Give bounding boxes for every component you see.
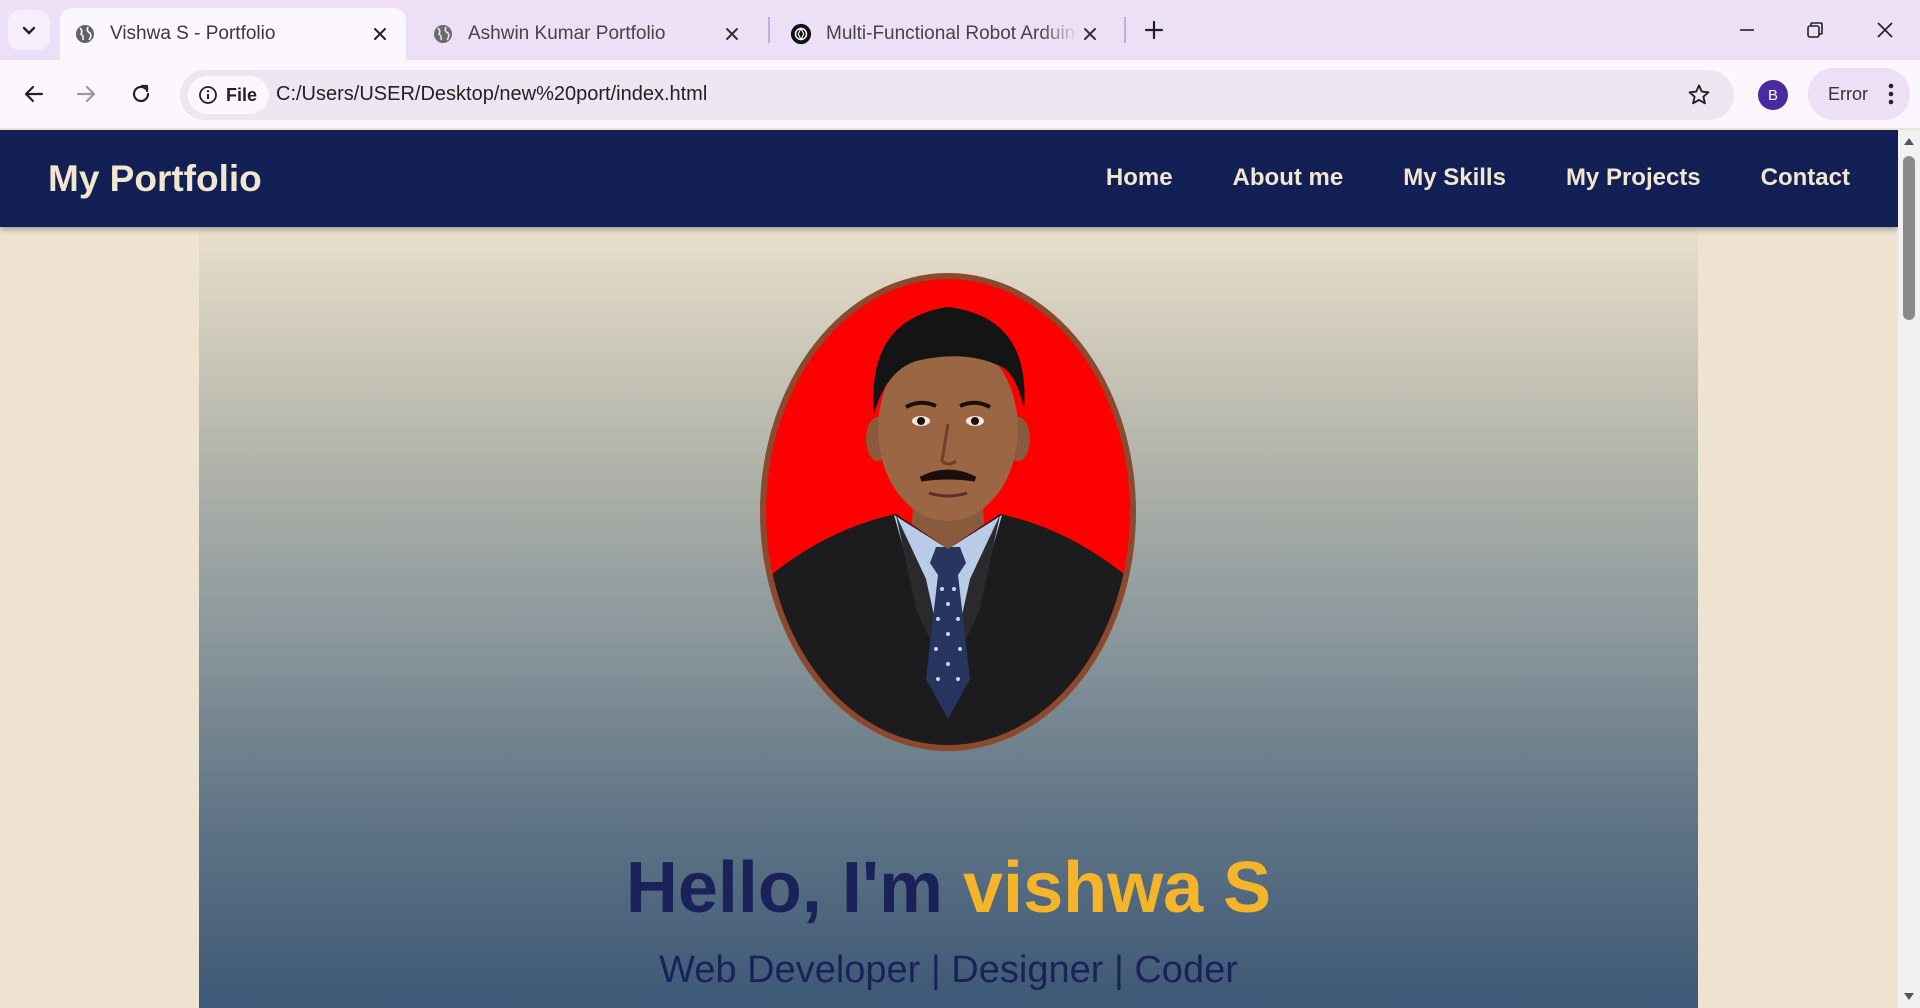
page-scrollbar[interactable] — [1898, 130, 1920, 1008]
tab-search-button[interactable] — [8, 10, 50, 50]
globe-icon — [74, 23, 96, 45]
profile-avatar[interactable]: B — [1758, 80, 1788, 110]
scroll-down-arrow-icon[interactable] — [1903, 992, 1915, 1002]
browser-toolbar: File C:/Users/USER/Desktop/new%20port/in… — [0, 60, 1920, 128]
hero-name: vishwa S — [963, 848, 1272, 928]
tab-vishwa-portfolio[interactable]: Vishwa S - Portfolio — [60, 8, 406, 60]
forward-button[interactable] — [66, 74, 106, 114]
tab-title: Vishwa S - Portfolio — [110, 23, 276, 44]
arrow-right-icon — [76, 85, 96, 103]
chevron-down-icon — [22, 26, 36, 35]
error-label: Error — [1828, 83, 1868, 104]
close-window-button[interactable] — [1860, 10, 1910, 50]
back-button[interactable] — [14, 74, 54, 114]
site-navbar: My Portfolio Home About me My Skills My … — [0, 130, 1898, 227]
bookmark-button[interactable] — [1684, 80, 1714, 110]
reload-button[interactable] — [121, 74, 161, 114]
scrollbar-thumb[interactable] — [1903, 156, 1915, 320]
tab-ashwin-portfolio[interactable]: Ashwin Kumar Portfolio — [418, 8, 758, 60]
arrow-left-icon — [24, 85, 44, 103]
minimize-icon — [1740, 29, 1754, 31]
profile-photo-frame — [760, 273, 1136, 751]
new-tab-button[interactable] — [1138, 14, 1170, 46]
nav-link-projects[interactable]: My Projects — [1566, 164, 1701, 192]
tab-divider — [1124, 17, 1126, 43]
hero-section: Hello, I'm vishwa S Web Developer | Desi… — [199, 227, 1698, 1008]
globe-icon — [432, 23, 454, 45]
tab-strip: Vishwa S - Portfolio Ashwin Kumar Portfo… — [0, 0, 1920, 60]
close-tab-icon[interactable] — [368, 22, 392, 46]
nav-links: Home About me My Skills My Projects Cont… — [1046, 164, 1850, 192]
star-icon — [1688, 84, 1710, 105]
error-menu-button[interactable]: Error — [1808, 68, 1910, 120]
minimize-button[interactable] — [1722, 10, 1772, 50]
more-vert-icon — [1888, 83, 1894, 105]
hero-heading: Hello, I'm vishwa S — [199, 847, 1698, 929]
tab-divider — [768, 17, 770, 43]
tab-title: Multi-Functional Robot Arduino — [826, 23, 1078, 44]
address-bar[interactable]: File C:/Users/USER/Desktop/new%20port/in… — [180, 70, 1734, 120]
nav-link-about[interactable]: About me — [1233, 164, 1344, 192]
reload-icon — [132, 84, 150, 103]
nav-link-home[interactable]: Home — [1106, 164, 1173, 192]
tab-title: Ashwin Kumar Portfolio — [468, 23, 666, 44]
plus-icon — [1144, 20, 1164, 40]
restore-icon — [1807, 22, 1823, 38]
file-label: File — [226, 84, 258, 105]
site-info-chip[interactable]: File — [188, 76, 270, 114]
nav-link-contact[interactable]: Contact — [1761, 164, 1850, 192]
chatgpt-icon — [790, 23, 812, 45]
nav-link-skills[interactable]: My Skills — [1403, 164, 1506, 192]
close-icon — [1877, 22, 1893, 38]
close-tab-icon[interactable] — [720, 22, 744, 46]
tab-robot-arduino[interactable]: Multi-Functional Robot Arduino — [776, 8, 1116, 60]
scroll-up-arrow-icon[interactable] — [1903, 136, 1915, 146]
hero-tagline: Web Developer | Designer | Coder — [659, 949, 1238, 991]
url-text[interactable]: C:/Users/USER/Desktop/new%20port/index.h… — [276, 83, 707, 106]
page-viewport: My Portfolio Home About me My Skills My … — [0, 130, 1898, 1008]
restore-button[interactable] — [1790, 10, 1840, 50]
hero-greeting: Hello, I'm — [625, 848, 964, 928]
close-tab-icon[interactable] — [1078, 22, 1102, 46]
info-icon — [199, 86, 217, 104]
profile-photo — [766, 279, 1130, 745]
site-logo[interactable]: My Portfolio — [48, 158, 262, 200]
